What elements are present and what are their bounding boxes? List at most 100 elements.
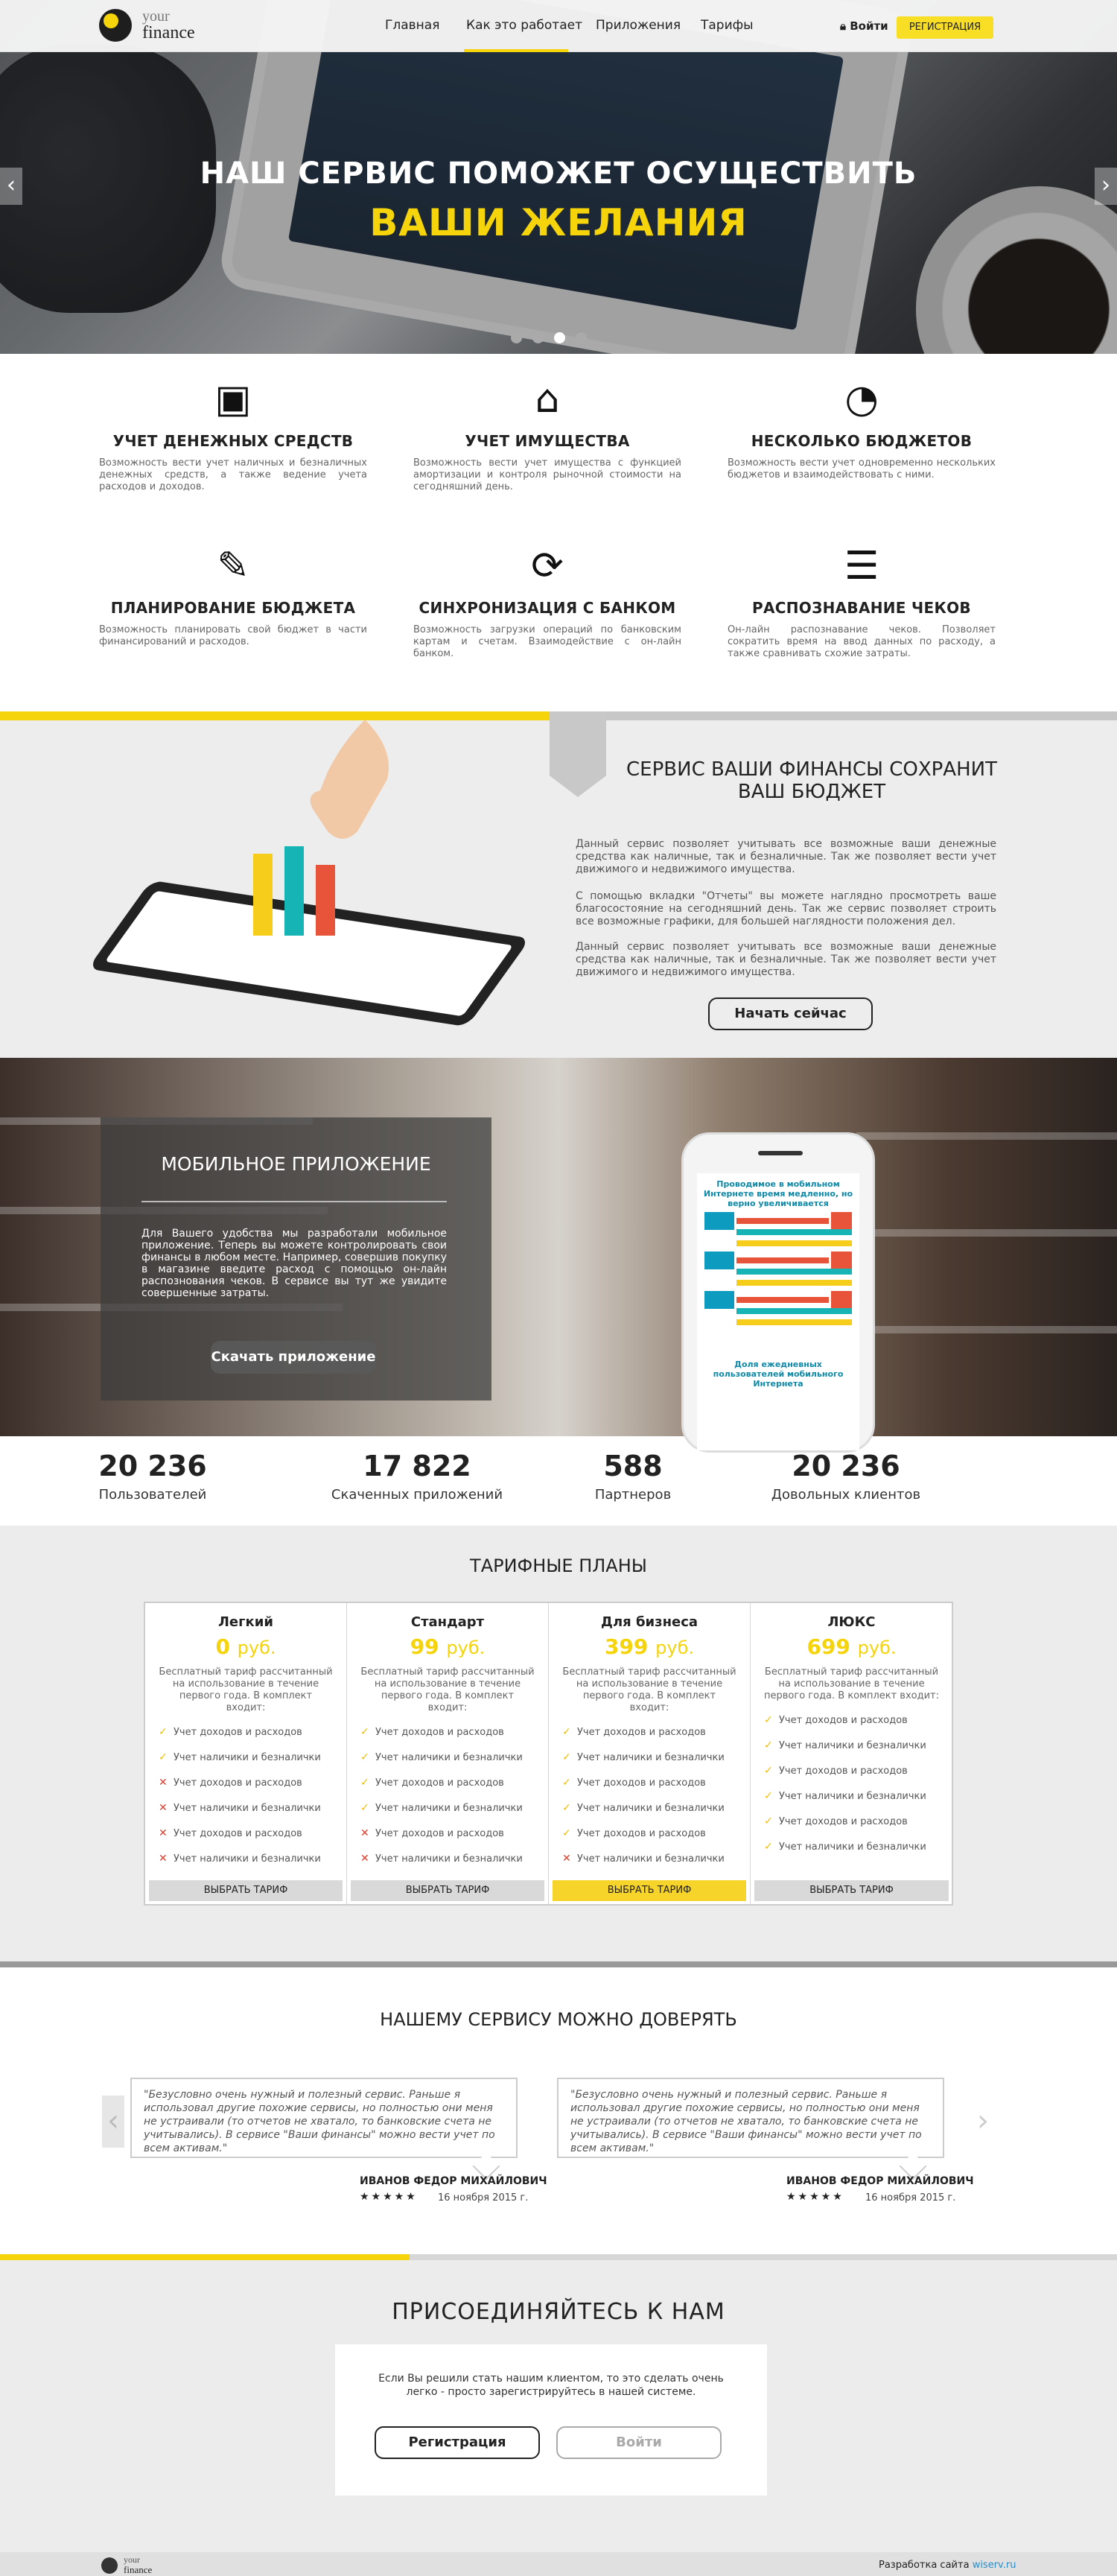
header-login-link[interactable]: 🔒︎ Войти (840, 19, 888, 33)
reviews-prev-arrow-icon[interactable]: ‹ (102, 2096, 124, 2148)
slider-dot[interactable] (576, 332, 587, 343)
check-icon: ✓ (764, 1714, 773, 1726)
choose-tariff-button[interactable]: ВЫБРАТЬ ТАРИФ (149, 1880, 343, 1901)
logo-mark-icon (99, 9, 132, 42)
plan-feature: ✓ Учет наличики и безналички (764, 1839, 952, 1865)
feature-label: Учет наличики и безналички (174, 1803, 321, 1814)
price-value: 699 (806, 1634, 850, 1659)
feature-title: НЕСКОЛЬКО БЮДЖЕТОВ (751, 432, 973, 450)
feature-label: Учет доходов и расходов (779, 1715, 908, 1726)
plan-feature: ✕ Учет доходов и расходов (159, 1775, 346, 1801)
slider-next-arrow-icon[interactable]: › (1095, 168, 1117, 205)
slider-dot[interactable] (532, 332, 544, 343)
budget-document-icon: ✎ (217, 544, 249, 589)
cross-icon: ✕ (360, 1853, 369, 1865)
plan-feature: ✓ Учет наличики и безналички (764, 1738, 952, 1763)
feature-label: Учет наличики и безналички (375, 1803, 523, 1814)
footer-logo[interactable]: your finance (101, 2554, 191, 2575)
register-button[interactable]: Регистрация (375, 2426, 540, 2459)
service-paragraph: Данный сервис позволяет учитывать все во… (576, 941, 996, 978)
section-divider (550, 711, 1117, 720)
credit-link[interactable]: wiserv.ru (973, 2560, 1016, 2571)
plan-description: Бесплатный тариф рассчитанный на использ… (764, 1666, 940, 1701)
tariffs-title: ТАРИФНЫЕ ПЛАНЫ (470, 1555, 647, 1576)
logo-text-bottom: finance (124, 2564, 153, 2575)
header-register-button[interactable]: РЕГИСТРАЦИЯ (897, 16, 993, 39)
reviews-next-arrow-icon[interactable]: › (972, 2096, 994, 2148)
section-divider (0, 1961, 1117, 1967)
plan-feature: ✕ Учет наличики и безналички (360, 1851, 548, 1877)
plan-feature: ✓ Учет наличики и безналички (159, 1750, 346, 1775)
stat-label: Партнеров (594, 1487, 672, 1503)
nav-home[interactable]: Главная (385, 18, 439, 33)
plan-feature: ✓ Учет наличики и безналички (360, 1801, 548, 1826)
check-icon: ✓ (562, 1777, 571, 1789)
plan-price: 99 руб. (347, 1634, 548, 1659)
plan-feature: ✓ Учет доходов и расходов (562, 1725, 750, 1750)
stat-value: 588 (603, 1450, 663, 1482)
feature-label: Учет наличики и безналички (174, 1752, 321, 1763)
section-divider (410, 2254, 1117, 2260)
tariff-plan: Легкий 0 руб. Бесплатный тариф рассчитанны… (145, 1603, 347, 1904)
login-button[interactable]: Войти (556, 2426, 722, 2459)
slider-prev-arrow-icon[interactable]: ‹ (0, 168, 22, 205)
feature-title: УЧЕТ ИМУЩЕСТВА (465, 432, 630, 450)
plan-feature: ✓ Учет доходов и расходов (562, 1775, 750, 1801)
check-icon: ✓ (764, 1841, 773, 1853)
plan-feature: ✕ Учет доходов и расходов (159, 1826, 346, 1851)
plan-feature: ✓ Учет наличики и безналички (562, 1750, 750, 1775)
service-paragraph: С помощью вкладки "Отчеты" вы можете наг… (576, 890, 996, 927)
logo[interactable]: your finance (99, 6, 211, 46)
stat-value: 20 236 (98, 1450, 207, 1482)
choose-tariff-button[interactable]: ВЫБРАТЬ ТАРИФ (754, 1880, 949, 1901)
feature-label: Учет доходов и расходов (577, 1828, 706, 1839)
reviewer-name: ИВАНОВ ФЕДОР МИХАЙЛОВИЧ (786, 2175, 974, 2187)
start-now-button[interactable]: Начать сейчас (708, 997, 873, 1030)
feature-text: Возможность загрузки операций по банковс… (413, 624, 681, 659)
plan-feature: ✓ Учет наличики и безналички (562, 1801, 750, 1826)
plan-feature: ✓ Учет доходов и расходов (159, 1725, 346, 1750)
phone-mockup: Проводимое в мобильном Интернете время м… (681, 1132, 875, 1453)
review-date: 16 ноября 2015 г. (438, 2192, 529, 2204)
choose-tariff-button[interactable]: ВЫБРАТЬ ТАРИФ (351, 1880, 544, 1901)
download-app-button[interactable]: Скачать приложение (211, 1341, 376, 1374)
feature-card: ▣ УЧЕТ ДЕНЕЖНЫХ СРЕДСТВ Возможность вест… (99, 377, 367, 493)
nav-tariffs[interactable]: Тарифы (701, 18, 754, 33)
stat-label: Скаченных приложений (331, 1487, 503, 1503)
plan-price: 699 руб. (751, 1634, 952, 1659)
feature-label: Учет доходов и расходов (375, 1777, 504, 1789)
tariff-plan: ЛЮКС 699 руб. Бесплатный тариф рассчитанны… (751, 1603, 952, 1904)
stat-value: 17 822 (363, 1450, 471, 1482)
slider-dot[interactable] (511, 332, 522, 343)
feature-card: ✎ ПЛАНИРОВАНИЕ БЮДЖЕТА Возможность плани… (99, 544, 367, 648)
review-card: "Безусловно очень нужный и полезный серв… (130, 2078, 518, 2158)
slider-dot-active[interactable] (554, 332, 565, 343)
reviewer-name: ИВАНОВ ФЕДОР МИХАЙЛОВИЧ (360, 2175, 547, 2187)
plan-name: Легкий (217, 1614, 273, 1630)
price-value: 0 (215, 1634, 230, 1659)
receipt-icon: ☰ (844, 544, 879, 589)
feature-title: СИНХРОНИЗАЦИЯ С БАНКОМ (419, 599, 676, 617)
mobile-app-text: Для Вашего удобства мы разработали мобил… (141, 1228, 447, 1299)
plan-feature: ✕ Учет наличики и безналички (159, 1801, 346, 1826)
nav-apps[interactable]: Приложения (596, 18, 681, 33)
join-text: Если Вы решили стать нашим клиентом, то … (378, 2373, 724, 2398)
tariff-plan: Стандарт 99 руб. Бесплатный тариф рассчита… (347, 1603, 549, 1904)
nav-how-it-works[interactable]: Как это работает (466, 18, 582, 33)
check-icon: ✓ (159, 1726, 168, 1738)
feature-label: Учет доходов и расходов (779, 1766, 908, 1777)
plan-feature: ✓ Учет доходов и расходов (562, 1826, 750, 1851)
review-date: 16 ноября 2015 г. (865, 2192, 956, 2204)
phone-screen-caption: Доля ежедневных пользователей мобильного… (713, 1360, 844, 1389)
check-icon: ✓ (562, 1751, 571, 1763)
choose-tariff-button[interactable]: ВЫБРАТЬ ТАРИФ (553, 1880, 746, 1901)
rating-stars-icon: ★★★★★ (360, 2191, 418, 2203)
feature-label: Учет доходов и расходов (174, 1828, 302, 1839)
feature-label: Учет доходов и расходов (577, 1727, 706, 1738)
plan-description: Бесплатный тариф рассчитанный на использ… (360, 1666, 535, 1713)
check-icon: ✓ (764, 1765, 773, 1777)
feature-label: Учет наличики и безналички (577, 1853, 725, 1865)
feature-label: Учет доходов и расходов (174, 1777, 302, 1789)
plan-name: Для бизнеса (600, 1614, 698, 1630)
plan-price: 399 руб. (549, 1634, 750, 1659)
